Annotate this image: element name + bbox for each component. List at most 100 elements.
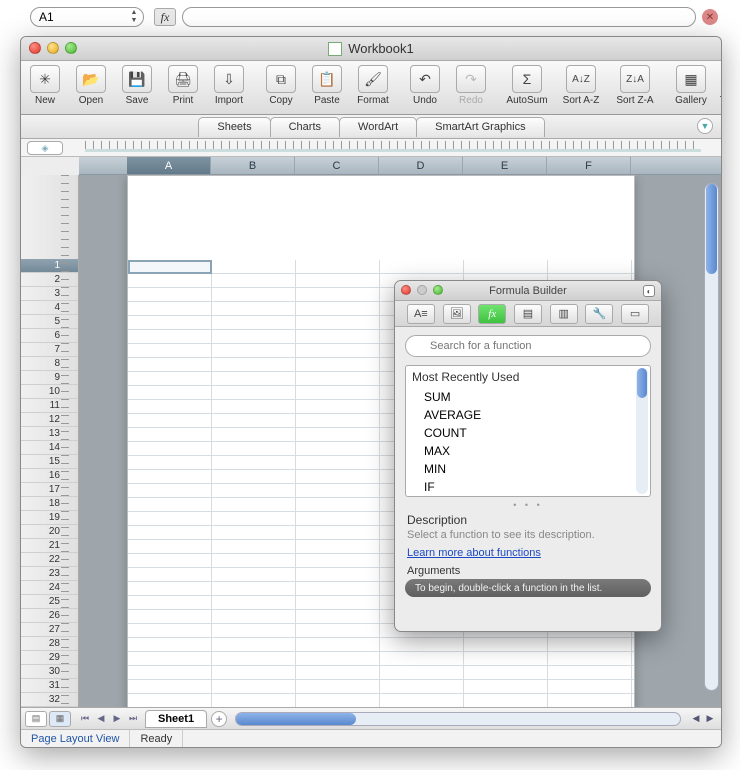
gallery-button[interactable]: ▦Gallery bbox=[671, 65, 711, 106]
format-button[interactable]: 🖌Format bbox=[353, 65, 393, 106]
page-layout-view-button[interactable]: ▦ bbox=[49, 711, 71, 727]
row-header-30[interactable]: 30 bbox=[21, 665, 78, 679]
row-header-13[interactable]: 13 bbox=[21, 427, 78, 441]
save-button[interactable]: 💾Save bbox=[117, 65, 157, 106]
minimize-icon[interactable] bbox=[47, 42, 59, 54]
fb-list-scrollbar[interactable] bbox=[636, 368, 648, 494]
import-button[interactable]: ⇩Import bbox=[209, 65, 249, 106]
row-header-29[interactable]: 29 bbox=[21, 651, 78, 665]
fb-tab-chart-icon[interactable]: ▥ bbox=[550, 304, 578, 324]
row-header-6[interactable]: 6 bbox=[21, 329, 78, 343]
toolbox-button[interactable]: 🧰Toolbox bbox=[717, 65, 722, 106]
column-header-d[interactable]: D bbox=[379, 157, 463, 174]
row-header-10[interactable]: 10 bbox=[21, 385, 78, 399]
redo-button[interactable]: ↷Redo bbox=[451, 65, 491, 106]
cancel-formula-icon[interactable]: ✕ bbox=[702, 9, 718, 25]
name-box-stepper[interactable]: ▲▼ bbox=[127, 9, 141, 25]
row-header-22[interactable]: 22 bbox=[21, 553, 78, 567]
fb-learn-more-link[interactable]: Learn more about functions bbox=[395, 547, 661, 565]
row-header-16[interactable]: 16 bbox=[21, 469, 78, 483]
fb-function-if[interactable]: IF bbox=[406, 478, 650, 496]
tab-charts[interactable]: Charts bbox=[270, 117, 340, 137]
row-header-24[interactable]: 24 bbox=[21, 581, 78, 595]
row-header-23[interactable]: 23 bbox=[21, 567, 78, 581]
row-header-18[interactable]: 18 bbox=[21, 497, 78, 511]
open-button[interactable]: 📂Open bbox=[71, 65, 111, 106]
sheet-nav-prev-icon[interactable]: ◀ bbox=[93, 712, 109, 726]
normal-view-button[interactable]: ▤ bbox=[25, 711, 47, 727]
copy-button[interactable]: ⧉Copy bbox=[261, 65, 301, 106]
tab-smartart[interactable]: SmartArt Graphics bbox=[416, 117, 544, 137]
fb-resize-grip-icon[interactable]: • • • bbox=[395, 497, 661, 513]
fb-minimize-icon[interactable] bbox=[417, 285, 427, 295]
column-header-e[interactable]: E bbox=[463, 157, 547, 174]
row-header-26[interactable]: 26 bbox=[21, 609, 78, 623]
row-header-11[interactable]: 11 bbox=[21, 399, 78, 413]
name-box[interactable]: A1 ▲▼ bbox=[30, 7, 144, 27]
sheet-nav-first-icon[interactable]: ⏮ bbox=[77, 712, 93, 726]
fb-function-average[interactable]: AVERAGE bbox=[406, 406, 650, 424]
row-header-19[interactable]: 19 bbox=[21, 511, 78, 525]
row-header-27[interactable]: 27 bbox=[21, 623, 78, 637]
close-icon[interactable] bbox=[29, 42, 41, 54]
row-header-1[interactable]: 1 bbox=[21, 259, 78, 273]
fb-tab-object-icon[interactable]: 🖼 bbox=[443, 304, 471, 324]
column-header-b[interactable]: B bbox=[211, 157, 295, 174]
undo-button[interactable]: ↶Undo bbox=[405, 65, 445, 106]
row-header-14[interactable]: 14 bbox=[21, 441, 78, 455]
hscroll-left-icon[interactable]: ◀ bbox=[689, 712, 703, 726]
fb-zoom-icon[interactable] bbox=[433, 285, 443, 295]
row-header-17[interactable]: 17 bbox=[21, 483, 78, 497]
hscroll-right-icon[interactable]: ▶ bbox=[703, 712, 717, 726]
autosum-button[interactable]: ΣAutoSum bbox=[503, 65, 551, 106]
fb-search-input[interactable] bbox=[405, 335, 651, 357]
elements-disclosure-icon[interactable]: ▼ bbox=[697, 118, 713, 134]
row-header-25[interactable]: 25 bbox=[21, 595, 78, 609]
row-header-7[interactable]: 7 bbox=[21, 343, 78, 357]
fb-function-sum[interactable]: SUM bbox=[406, 388, 650, 406]
row-header-12[interactable]: 12 bbox=[21, 413, 78, 427]
tab-wordart[interactable]: WordArt bbox=[339, 117, 417, 137]
row-header-8[interactable]: 8 bbox=[21, 357, 78, 371]
add-sheet-button[interactable]: + bbox=[211, 711, 227, 727]
print-button[interactable]: 🖨Print bbox=[163, 65, 203, 106]
fx-button[interactable]: fx bbox=[154, 8, 176, 26]
fb-tab-toolbox-icon[interactable]: ▭ bbox=[621, 304, 649, 324]
sheet-nav-last-icon[interactable]: ⏭ bbox=[125, 712, 141, 726]
row-header-3[interactable]: 3 bbox=[21, 287, 78, 301]
column-header-c[interactable]: C bbox=[295, 157, 379, 174]
row-header-28[interactable]: 28 bbox=[21, 637, 78, 651]
formula-input[interactable] bbox=[182, 7, 696, 27]
row-header-2[interactable]: 2 bbox=[21, 273, 78, 287]
row-header-32[interactable]: 32 bbox=[21, 693, 78, 707]
fb-tab-settings-icon[interactable]: 🔧 bbox=[585, 304, 613, 324]
sheet-nav-next-icon[interactable]: ▶ bbox=[109, 712, 125, 726]
zoom-icon[interactable] bbox=[65, 42, 77, 54]
row-header-15[interactable]: 15 bbox=[21, 455, 78, 469]
column-header-a[interactable]: A bbox=[127, 157, 211, 174]
fb-function-max[interactable]: MAX bbox=[406, 442, 650, 460]
fb-function-count[interactable]: COUNT bbox=[406, 424, 650, 442]
row-header-5[interactable]: 5 bbox=[21, 315, 78, 329]
active-cell[interactable] bbox=[128, 260, 212, 274]
fb-toggle-icon[interactable]: ◐ bbox=[643, 285, 655, 297]
row-header-31[interactable]: 31 bbox=[21, 679, 78, 693]
fb-function-min[interactable]: MIN bbox=[406, 460, 650, 478]
sheet-tab-sheet1[interactable]: Sheet1 bbox=[145, 710, 207, 728]
fb-tab-format-icon[interactable]: A≡ bbox=[407, 304, 435, 324]
paste-button[interactable]: 📋Paste bbox=[307, 65, 347, 106]
row-header-21[interactable]: 21 bbox=[21, 539, 78, 553]
sort-za-button[interactable]: Z↓ASort Z-A bbox=[611, 65, 659, 106]
tab-sheets[interactable]: Sheets bbox=[198, 117, 270, 137]
horizontal-scrollbar[interactable] bbox=[235, 712, 681, 726]
row-header-9[interactable]: 9 bbox=[21, 371, 78, 385]
sort-az-button[interactable]: A↓ZSort A-Z bbox=[557, 65, 605, 106]
column-header-f[interactable]: F bbox=[547, 157, 631, 174]
fb-tab-data-icon[interactable]: ▤ bbox=[514, 304, 542, 324]
row-header-20[interactable]: 20 bbox=[21, 525, 78, 539]
vertical-scrollbar[interactable] bbox=[704, 183, 719, 691]
row-header-4[interactable]: 4 bbox=[21, 301, 78, 315]
fb-close-icon[interactable] bbox=[401, 285, 411, 295]
fb-function-list[interactable]: Most Recently Used SUMAVERAGECOUNTMAXMIN… bbox=[405, 365, 651, 497]
split-toggle-icon[interactable]: ◈ bbox=[27, 141, 63, 155]
